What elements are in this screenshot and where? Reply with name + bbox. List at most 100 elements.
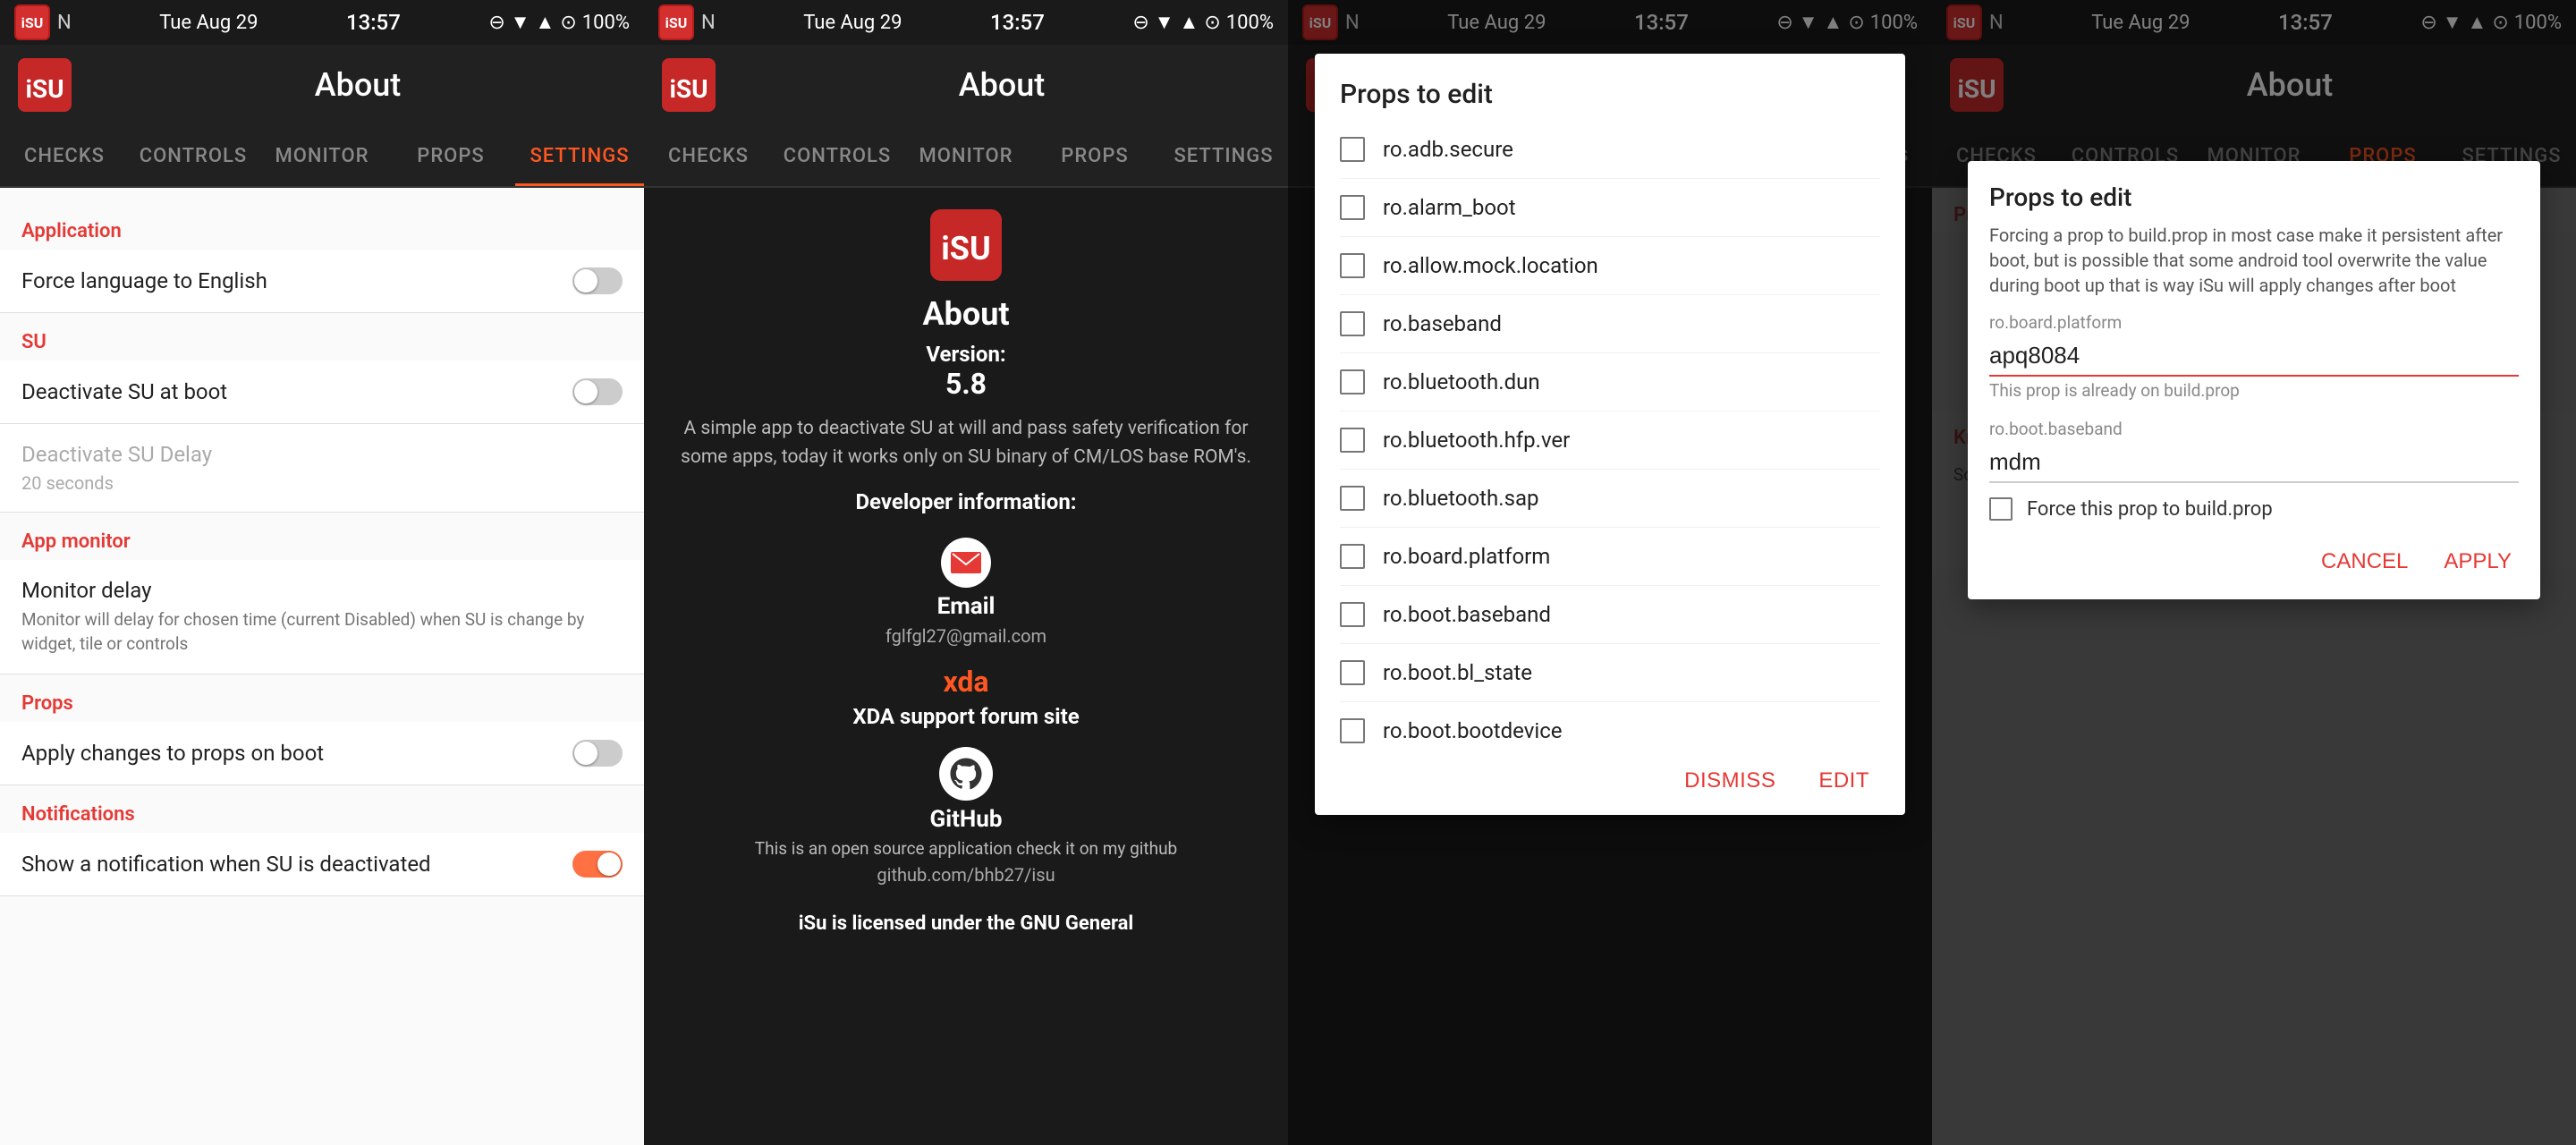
setting-apply-props: Apply changes to props on boot <box>0 722 644 785</box>
tab-checks-1[interactable]: CHECKS <box>0 125 129 186</box>
status-date-2: Tue Aug 29 <box>803 12 902 34</box>
setting-label-apply-props: Apply changes to props on boot <box>21 741 324 766</box>
checkbox-8[interactable] <box>1340 602 1365 627</box>
cancel-button[interactable]: CANCEL <box>2314 542 2415 581</box>
edit-input-0[interactable] <box>1989 338 2519 377</box>
prop-label-4: ro.bluetooth.dun <box>1383 369 1540 394</box>
status-logo-text-1: N <box>57 12 72 34</box>
setting-monitor-delay: Monitor delay Monitor will delay for cho… <box>0 560 644 674</box>
svg-text:iSU: iSU <box>669 74 708 104</box>
app-title-2: About <box>733 66 1270 104</box>
tab-monitor-2[interactable]: MONITOR <box>902 125 1030 186</box>
checkbox-7[interactable] <box>1340 544 1365 569</box>
edit-dialog-actions: CANCEL APPLY <box>1968 531 2540 599</box>
wifi-icon-2: ▼ <box>1155 11 1174 34</box>
checkbox-1[interactable] <box>1340 195 1365 220</box>
setting-desc-monitor: Monitor will delay for chosen time (curr… <box>21 608 623 656</box>
about-version-num: 5.8 <box>945 367 987 401</box>
prop-label-1: ro.alarm_boot <box>1383 195 1516 220</box>
wifi-icon-1: ▼ <box>511 11 530 34</box>
prop-item-1[interactable]: ro.alarm_boot <box>1340 179 1880 237</box>
prop-label-9: ro.boot.bl_state <box>1383 660 1532 685</box>
about-github-url: github.com/bhb27/isu <box>877 864 1055 886</box>
about-logo: iSU <box>930 209 1002 281</box>
edit-dialog-desc: Forcing a prop to build.prop in most cas… <box>1968 223 2540 312</box>
tab-controls-2[interactable]: CONTROLS <box>773 125 902 186</box>
prop-item-9[interactable]: ro.boot.bl_state <box>1340 644 1880 702</box>
tab-props-2[interactable]: PROPS <box>1030 125 1159 186</box>
about-github-item: GitHub This is an open source applicatio… <box>755 747 1177 886</box>
prop-item-3[interactable]: ro.baseband <box>1340 295 1880 353</box>
checkbox-10[interactable] <box>1340 718 1365 743</box>
prop-item-8[interactable]: ro.boot.baseband <box>1340 586 1880 644</box>
edit-field-label-0: ro.board.platform <box>1989 312 2519 333</box>
tab-settings-2[interactable]: SETTINGS <box>1159 125 1288 186</box>
status-date-1: Tue Aug 29 <box>159 12 258 34</box>
edit-field-0: ro.board.platform This prop is already o… <box>1968 312 2540 419</box>
svg-text:iSU: iSU <box>25 74 64 104</box>
dialog-title-3: Props to edit <box>1315 54 1905 121</box>
about-xda-item: xda XDA support forum site <box>852 665 1079 729</box>
edit-input-1[interactable] <box>1989 445 2519 483</box>
force-build-prop-label: Force this prop to build.prop <box>2027 498 2273 521</box>
about-dialog: iSU About Version: 5.8 A simple app to d… <box>644 188 1288 1145</box>
checkbox-6[interactable] <box>1340 486 1365 511</box>
about-email-label: Email <box>937 593 996 620</box>
edit-button[interactable]: EDIT <box>1808 761 1880 801</box>
prop-item-7[interactable]: ro.board.platform <box>1340 528 1880 586</box>
checkbox-5[interactable] <box>1340 428 1365 453</box>
toggle-apply-props[interactable] <box>572 740 623 767</box>
checkbox-4[interactable] <box>1340 369 1365 394</box>
tab-checks-2[interactable]: CHECKS <box>644 125 773 186</box>
props-list-dialog: Props to edit ro.adb.secure ro.alarm_boo… <box>1315 54 1905 815</box>
prop-item-0[interactable]: ro.adb.secure <box>1340 121 1880 179</box>
checkbox-0[interactable] <box>1340 137 1365 162</box>
section-notifications-1: Notifications <box>0 785 644 833</box>
checkbox-3[interactable] <box>1340 311 1365 336</box>
app-logo-1: iSU <box>18 58 72 112</box>
toggle-notification[interactable] <box>572 851 623 878</box>
checkbox-2[interactable] <box>1340 253 1365 278</box>
setting-deactivate-su-boot: Deactivate SU at boot <box>0 360 644 424</box>
prop-item-5[interactable]: ro.bluetooth.hfp.ver <box>1340 411 1880 470</box>
apply-button[interactable]: APPLY <box>2436 542 2519 581</box>
section-props-1: Props <box>0 674 644 722</box>
about-github-desc: This is an open source application check… <box>755 838 1177 859</box>
dialog-props-list: ro.adb.secure ro.alarm_boot ro.allow.moc… <box>1315 121 1905 747</box>
status-right-1: ⊖ ▼ ▲ ⊙ 100% <box>488 11 630 34</box>
force-build-prop-row[interactable]: Force this prop to build.prop <box>1968 487 2540 531</box>
edit-dialog-title: Props to edit <box>1968 161 2540 223</box>
force-build-prop-checkbox[interactable] <box>1989 497 2012 521</box>
prop-item-6[interactable]: ro.bluetooth.sap <box>1340 470 1880 528</box>
dismiss-button[interactable]: DISMISS <box>1674 761 1786 801</box>
about-version-label: Version: <box>926 342 1005 367</box>
xda-icon: xda <box>943 665 988 699</box>
email-icon <box>941 538 991 588</box>
app-bar-1: iSU About <box>0 45 644 125</box>
edit-field-label-1: ro.boot.baseband <box>1989 419 2519 439</box>
prop-label-5: ro.bluetooth.hfp.ver <box>1383 428 1570 453</box>
nav-tabs-1: CHECKS CONTROLS MONITOR PROPS SETTINGS <box>0 125 644 188</box>
clock-icon-2: ⊙ <box>1204 12 1220 34</box>
tab-controls-1[interactable]: CONTROLS <box>129 125 258 186</box>
clock-icon-1: ⊙ <box>560 12 576 34</box>
prop-item-2[interactable]: ro.allow.mock.location <box>1340 237 1880 295</box>
toggle-deactivate-su[interactable] <box>572 378 623 405</box>
tab-settings-1[interactable]: SETTINGS <box>515 125 644 186</box>
status-time-1: 13:57 <box>346 10 401 35</box>
data-icon-1: ▲ <box>536 11 555 34</box>
tab-props-1[interactable]: PROPS <box>386 125 515 186</box>
tab-monitor-1[interactable]: MONITOR <box>258 125 386 186</box>
battery-1: 100% <box>582 12 630 34</box>
prop-label-3: ro.baseband <box>1383 311 1502 336</box>
checkbox-9[interactable] <box>1340 660 1365 685</box>
prop-item-4[interactable]: ro.bluetooth.dun <box>1340 353 1880 411</box>
prop-label-10: ro.boot.bootdevice <box>1383 718 1563 743</box>
setting-label-monitor: Monitor delay <box>21 578 623 603</box>
panel-about: iSU N Tue Aug 29 13:57 ⊖ ▼ ▲ ⊙ 100% iSU … <box>644 0 1288 1145</box>
toggle-force-language[interactable] <box>572 267 623 294</box>
prop-item-10[interactable]: ro.boot.bootdevice <box>1340 702 1880 747</box>
panel-props-list: iSU N Tue Aug 29 13:57 ⊖ ▼ ▲ ⊙ 100% iSU … <box>1288 0 1932 1145</box>
about-license: iSu is licensed under the GNU General <box>799 912 1134 935</box>
edit-props-dialog: Props to edit Forcing a prop to build.pr… <box>1968 161 2540 599</box>
